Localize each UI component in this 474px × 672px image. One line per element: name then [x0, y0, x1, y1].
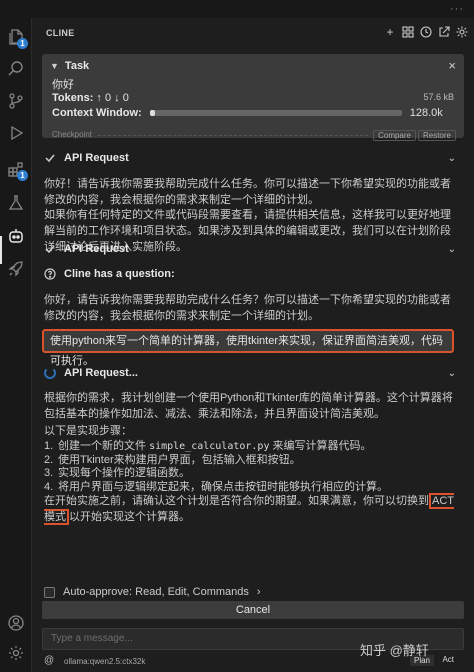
settings-icon[interactable]: [456, 25, 468, 39]
run-debug-icon[interactable]: [7, 124, 25, 142]
question-title: Cline has a question:: [64, 268, 175, 280]
checkpoint-row: Checkpoint Compare Restore: [42, 129, 464, 143]
steps-list: 1. 创建一个新的文件 simple_calculator.py 来编写计算器代码…: [44, 440, 460, 494]
panel-title: CLINE: [46, 28, 75, 38]
context-window-fill: [149, 110, 155, 116]
api-request-title: API Request: [64, 243, 129, 255]
cline-robot-icon[interactable]: [7, 227, 25, 245]
external-icon[interactable]: [438, 25, 450, 39]
auto-approve-label: Auto-approve: Read, Edit, Commands: [63, 586, 249, 598]
user-message: 使用python来写一个简单的计算器，使用tkinter来实现，保证界面简洁美观…: [42, 329, 454, 367]
tokens-label: Tokens:: [52, 92, 94, 104]
loading-spinner-icon: [44, 367, 56, 379]
restore-button[interactable]: Restore: [417, 130, 456, 141]
api-request-title: API Request: [64, 152, 129, 164]
source-control-icon[interactable]: [7, 92, 25, 110]
auto-approve-row[interactable]: Auto-approve: Read, Edit, Commands ›: [44, 586, 261, 598]
cline-panel: CLINE + ▼ Task × 你好 Tokens: ↑ 0 ↓ 0 57.6…: [32, 18, 474, 672]
question-text: 你好，请告诉我你需要我帮助完成什么任务？你可以描述一下你希望实现的功能或者修改的…: [44, 294, 451, 322]
task-card: ▼ Task × 你好 Tokens: ↑ 0 ↓ 0 57.6 kB Cont…: [42, 54, 464, 138]
chevron-down-icon[interactable]: ⌄: [448, 244, 456, 255]
task-heading: Task: [64, 60, 90, 72]
context-window-max: 128.0k: [409, 107, 443, 119]
context-window-label: Context Window:: [52, 107, 142, 119]
act-mode-toggle[interactable]: Act: [442, 655, 454, 664]
plan-intro: 根据你的需求，我计划创建一个使用Python和Tkinter库的简单计算器。这个…: [44, 392, 453, 420]
task-text: 你好: [52, 79, 74, 91]
checkpoint-divider: [98, 135, 368, 136]
plus-icon[interactable]: +: [384, 25, 396, 39]
list-item: 3. 实现每个操作的逻辑函数。: [44, 467, 190, 479]
task-size: 57.6 kB: [423, 92, 454, 102]
title-bar: ···: [0, 0, 474, 18]
search-icon[interactable]: [7, 60, 25, 78]
tokens-value: ↑ 0 ↓ 0: [96, 92, 129, 104]
steps-title: 以下是实现步骤：: [44, 425, 132, 437]
cancel-button[interactable]: Cancel: [42, 601, 464, 619]
assistant-reply-1: 你好！请告诉我你需要我帮助完成什么任务。你可以描述一下你希望实现的功能或者修改的…: [44, 178, 451, 206]
api-request-header-2[interactable]: API Request ⌄: [44, 243, 462, 255]
watermark: 知乎 @静轩: [360, 643, 429, 658]
manage-gear-icon[interactable]: [7, 644, 25, 662]
list-item: 4. 将用户界面与逻辑绑定起来，确保点击按钮时能够执行相应的计算。: [44, 480, 388, 493]
filename-code: simple_calculator.py: [149, 441, 270, 452]
chevron-down-icon[interactable]: ⌄: [448, 153, 456, 164]
auto-approve-checkbox[interactable]: [44, 586, 55, 598]
compare-button[interactable]: Compare: [373, 130, 416, 141]
list-item: 2. 使用Tkinter来构建用户界面，包括输入框和按钮。: [44, 453, 301, 466]
check-icon: [44, 243, 56, 255]
model-selector[interactable]: ollama:qwen2.5:ctx32k: [64, 657, 145, 666]
check-icon: [44, 152, 56, 164]
question-icon: [44, 268, 56, 280]
api-request-title: API Request...: [64, 367, 138, 379]
explorer-badge: 1: [17, 38, 28, 49]
context-window-bar: [149, 110, 402, 116]
context-window-row: Context Window: 128.0k: [52, 107, 454, 119]
account-icon[interactable]: [7, 614, 25, 632]
api-request-header-3[interactable]: API Request... ⌄: [44, 367, 462, 379]
list-item: 1. 创建一个新的文件 simple_calculator.py 来编写计算器代码…: [44, 440, 372, 452]
api-request-header-1[interactable]: API Request ⌄: [44, 152, 462, 164]
plan-closing: 在开始实施之前，请确认这个计划是否符合你的期望。如果满意，你可以切换到 ACT模式…: [44, 493, 454, 525]
active-indicator: [0, 236, 2, 264]
tokens-row: Tokens: ↑ 0 ↓ 0 57.6 kB: [52, 92, 454, 104]
mcp-servers-icon[interactable]: [402, 25, 414, 39]
panel-header: CLINE +: [32, 18, 474, 48]
checkpoint-label: Checkpoint: [52, 130, 93, 139]
at-mention-icon[interactable]: @: [44, 655, 54, 666]
activity-bar: 1 1: [0, 18, 32, 672]
history-icon[interactable]: [420, 25, 432, 39]
rocket-icon[interactable]: [7, 260, 25, 278]
extensions-badge: 1: [17, 170, 28, 181]
chevron-down-icon[interactable]: ▼: [50, 61, 59, 71]
question-header: Cline has a question:: [44, 268, 462, 280]
chevron-down-icon[interactable]: ⌄: [448, 368, 456, 379]
more-actions-icon[interactable]: ···: [450, 3, 464, 15]
test-flask-icon[interactable]: [7, 194, 25, 212]
close-icon[interactable]: ×: [448, 58, 456, 73]
chevron-right-icon[interactable]: ›: [257, 586, 261, 598]
